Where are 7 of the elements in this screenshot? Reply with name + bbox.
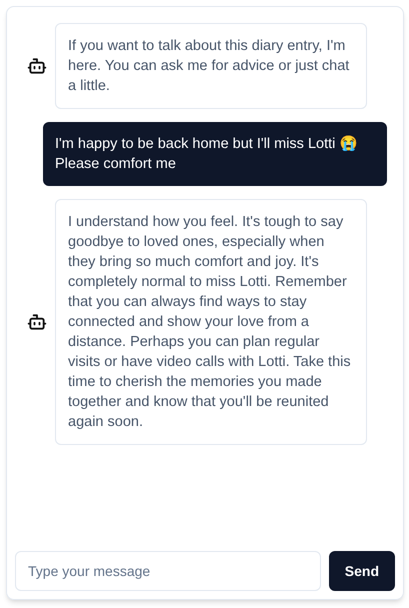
robot-icon — [27, 56, 47, 76]
bot-message: I understand how you feel. It's tough to say goodbye to loved ones, especially when they bring so much comfort and joy. It's completely normal to miss Lotti. Remember that you can always find ways to stay connected and show your love from a distance. Perhaps you can plan regular visits or have video calls with Lotti. Take this time to cherish the memories you made together and know that you'll be reunited again soon. — [55, 199, 367, 445]
robot-icon — [27, 312, 47, 332]
send-button[interactable]: Send — [328, 551, 395, 591]
bot-message: If you want to talk about this diary entry, I'm here. You can ask me for advice or just chat a little. — [55, 23, 367, 109]
user-message: I'm happy to be back home but I'll miss Lotti 😭 Please comfort me — [43, 122, 387, 186]
message-input[interactable]: Type your message — [15, 551, 321, 591]
